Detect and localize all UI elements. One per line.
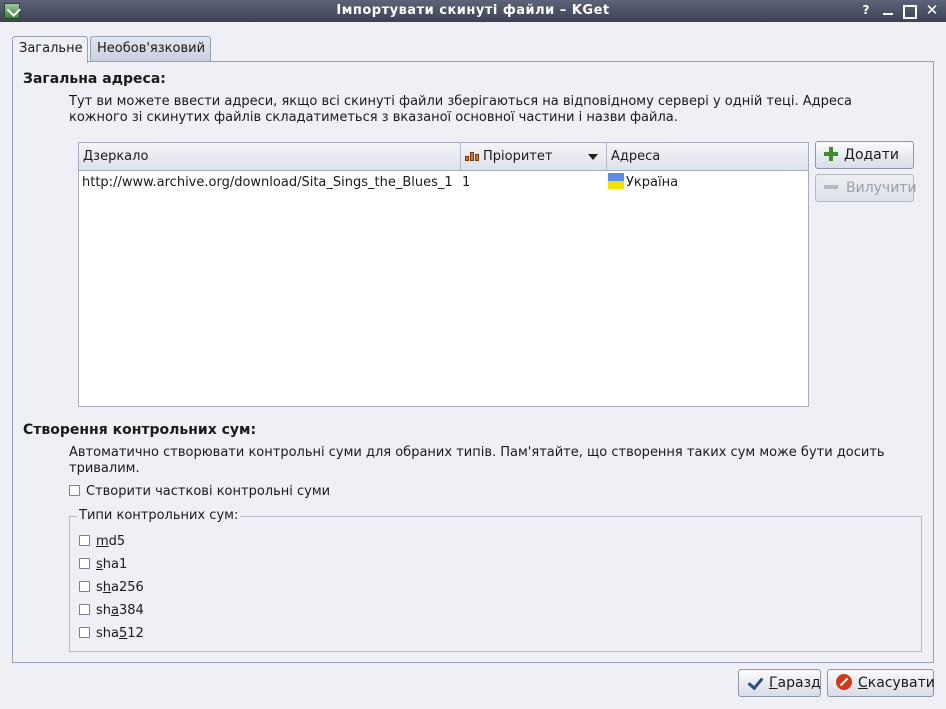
mirrors-table[interactable]: Дзеркало Пріоритет Адреса http://www.arc…	[78, 142, 809, 407]
checkbox-box[interactable]	[79, 581, 90, 592]
checksum-md5-checkbox[interactable]: md5	[79, 534, 125, 549]
checksums-heading: Створення контрольних сум:	[23, 422, 257, 438]
checksum-label-part: sha	[96, 626, 119, 641]
partial-checksums-label: Створити часткові контрольні суми	[86, 484, 331, 499]
sort-arrow-icon[interactable]	[588, 154, 598, 160]
general-address-heading: Загальна адреса:	[23, 71, 166, 87]
check-icon	[747, 675, 763, 689]
checksum-label-part: s	[96, 580, 103, 595]
remove-mirror-button[interactable]: Вилучити	[815, 174, 917, 202]
plus-icon	[824, 147, 838, 161]
checksum-sha256-checkbox[interactable]: sha256	[79, 580, 144, 595]
cancel-button[interactable]: Скасувати	[827, 669, 935, 697]
mirrors-table-header: Дзеркало Пріоритет Адреса	[79, 143, 808, 171]
ok-label: аразд	[777, 675, 821, 691]
mirror-cell[interactable]: http://www.archive.org/download/Sita_Sin…	[79, 172, 461, 194]
checkbox-box[interactable]	[79, 627, 90, 638]
checkbox-box[interactable]	[79, 535, 90, 546]
column-header-priority[interactable]: Пріоритет	[461, 143, 607, 170]
general-address-description-line1: Тут ви можете ввести адреси, якщо всі ск…	[69, 94, 852, 109]
checksum-label-part: 12	[127, 626, 144, 641]
column-header-priority-label: Пріоритет	[483, 149, 553, 164]
minimize-icon[interactable]	[880, 2, 896, 18]
maximize-icon[interactable]	[902, 2, 918, 18]
cancel-label: касувати	[867, 675, 935, 691]
checksum-label-mnemonic: a	[111, 603, 119, 618]
checksum-label-mnemonic: h	[102, 580, 112, 595]
ok-mnemonic: Г	[769, 675, 778, 691]
checksum-types-legend: Типи контрольних сум:	[77, 508, 241, 523]
cancel-icon	[836, 674, 852, 690]
add-mirror-label: Додати	[844, 147, 900, 163]
window-title: Імпортувати скинуті файли – KGet	[336, 3, 610, 18]
location-cell[interactable]: Україна	[605, 172, 805, 194]
checksums-description-line2: тривалим.	[69, 461, 140, 476]
priority-cell[interactable]: 1	[459, 172, 479, 194]
add-mirror-button[interactable]: Додати	[815, 141, 914, 169]
checksum-label-part: ha1	[102, 557, 128, 572]
help-icon[interactable]: ?	[858, 2, 874, 18]
ok-button[interactable]: Гаразд	[738, 669, 821, 697]
column-header-location[interactable]: Адреса	[607, 143, 808, 170]
partial-checksums-checkbox[interactable]: Створити часткові контрольні суми	[69, 484, 330, 499]
checkbox-box[interactable]	[79, 604, 90, 615]
checksum-label-part: d5	[108, 534, 126, 549]
title-bar: Імпортувати скинуті файли – KGet ? ✕	[0, 0, 946, 22]
partial-checksums-box[interactable]	[69, 485, 80, 496]
priority-icon	[465, 151, 479, 161]
tab-optional[interactable]: Необов'язковий	[90, 36, 211, 62]
ukraine-flag-icon	[608, 173, 624, 189]
table-row[interactable]: http://www.archive.org/download/Sita_Sin…	[79, 172, 808, 194]
minus-icon	[824, 180, 838, 194]
close-icon[interactable]: ✕	[924, 2, 940, 18]
tab-general[interactable]: Загальне	[12, 36, 88, 63]
checksum-types-group	[69, 516, 922, 652]
checksum-sha384-checkbox[interactable]: sha384	[79, 603, 144, 618]
column-header-mirror[interactable]: Дзеркало	[79, 143, 461, 170]
general-address-description-line2: кожного зі скинутих файлів складатиметьс…	[69, 110, 678, 125]
checksum-label-part: 384	[118, 603, 144, 618]
checksum-label-mnemonic: m	[96, 534, 109, 549]
checksum-label-mnemonic: s	[96, 557, 103, 572]
remove-mirror-label: Вилучити	[846, 180, 917, 196]
checksums-description-line1: Автоматично створювати контрольні суми д…	[69, 445, 885, 460]
checksum-sha512-checkbox[interactable]: sha512	[79, 626, 144, 641]
checksum-label-part: a256	[111, 580, 144, 595]
checkbox-box[interactable]	[79, 558, 90, 569]
location-label: Україна	[626, 175, 679, 190]
checksum-sha1-checkbox[interactable]: sha1	[79, 557, 127, 572]
checksum-label-part: sh	[96, 603, 112, 618]
cancel-mnemonic: С	[858, 675, 868, 691]
